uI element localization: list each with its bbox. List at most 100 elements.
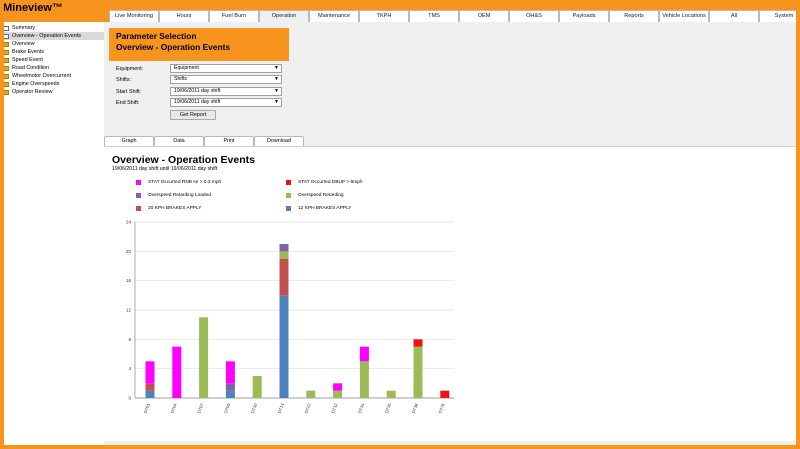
start-shift-select[interactable]: 19/06/2011 day shift ▼ — [170, 87, 282, 96]
x-tick-label: DT07 — [196, 402, 204, 414]
chevron-down-icon: ▼ — [274, 76, 279, 82]
x-tick-label: DT10 — [250, 402, 258, 414]
stacked-bar-chart: 0 4 8 12 16 20 24 DT01 DT04 DT07 DT09 DT10 DT13 DT22 D… — [126, 220, 454, 414]
legend-item: 20 KPH BRAKES APPLY — [136, 206, 202, 211]
legend-swatch — [136, 180, 141, 185]
bar-segment — [145, 383, 155, 391]
tab-oem[interactable]: OEM — [459, 10, 509, 22]
sidebar-item-speed-event[interactable]: Speed Event — [0, 56, 104, 64]
tab-graph[interactable]: Graph — [104, 136, 154, 146]
legend-item: Overspeed Retarding Loaded — [136, 193, 211, 198]
tab-data[interactable]: Data — [154, 136, 204, 146]
bar-segment — [279, 244, 289, 252]
report-title: Overview - Operation Events — [112, 154, 255, 166]
tab-tkph[interactable]: TKPH — [359, 10, 409, 22]
param-title-2: Overview - Operation Events — [116, 42, 231, 52]
legend-label: STAT Occurred DBUP > 8mph — [298, 180, 363, 185]
tab-fuel-burn[interactable]: Fuel Burn — [209, 10, 259, 22]
bar-segment — [279, 295, 289, 398]
legend-label: 12 KPH BRAKES APPLY — [298, 206, 352, 211]
sidebar-item-label: Summary — [12, 25, 36, 31]
sidebar-item-wheelmotor-overcurrent[interactable]: Wheelmotor Overcurrent — [0, 72, 104, 80]
bar-segment — [386, 390, 396, 398]
shifts-row: Shifts: Shifts ▼ — [116, 75, 282, 84]
bar-segment — [199, 317, 209, 398]
sidebar-item-brake-events[interactable]: Brake Events — [0, 48, 104, 56]
sidebar-item-overview[interactable]: Overview — [0, 40, 104, 48]
tab-all[interactable]: All — [709, 10, 759, 22]
view-tabs: Graph Data Print Download — [104, 136, 304, 146]
sidebar-item-engine-overspeeds[interactable]: Engine Overspeeds — [0, 80, 104, 88]
tab-payloads[interactable]: Payloads — [559, 10, 609, 22]
end-shift-row: End Shift: 19/06/2011 day shift ▼ — [116, 98, 282, 107]
folder-icon — [3, 41, 9, 47]
x-tick-label: DT13 — [277, 402, 285, 414]
bar-segment — [333, 383, 343, 391]
tab-maintenance[interactable]: Maintenance — [309, 10, 359, 22]
folder-icon — [3, 89, 9, 95]
tab-print[interactable]: Print — [204, 136, 254, 146]
bar-segment — [359, 361, 369, 398]
legend-item: STAT Occurred DBUP > 8mph — [286, 180, 363, 185]
equipment-row: Equipment: Equipment ▼ — [116, 64, 282, 73]
x-tick-label: DT32 — [330, 402, 338, 414]
y-tick-label: 16 — [126, 278, 132, 283]
app-logo: Mineview™ — [3, 2, 63, 14]
x-tick-label: DT01 — [143, 402, 151, 414]
bar-segment — [359, 346, 369, 362]
end-shift-select[interactable]: 19/06/2011 day shift ▼ — [170, 98, 282, 107]
bar-segment — [306, 390, 316, 398]
legend-label: STAT Occurred RNB se > 0.3 mph — [148, 180, 222, 185]
tab-live-monitoring[interactable]: Live Monitoring — [109, 10, 159, 22]
tab-reports[interactable]: Reports — [609, 10, 659, 22]
folder-icon — [3, 81, 9, 87]
chevron-down-icon: ▼ — [274, 99, 279, 105]
legend-swatch — [286, 193, 291, 198]
sidebar-item-operator-review[interactable]: Operator Review — [0, 88, 104, 96]
legend-item: STAT Occurred RNB se > 0.3 mph — [136, 180, 221, 185]
tab-oh-s[interactable]: OH&S — [509, 10, 559, 22]
start-shift-row: Start Shift: 19/06/2011 day shift ▼ — [116, 87, 282, 96]
equipment-select[interactable]: Equipment ▼ — [170, 64, 282, 73]
sidebar-item-label: Brake Events — [12, 49, 45, 55]
bar-segment — [145, 361, 155, 384]
y-tick-label: 8 — [128, 337, 131, 342]
bar-segment — [413, 346, 423, 398]
y-tick-label: 20 — [126, 249, 132, 254]
tab-hours[interactable]: Hours — [159, 10, 209, 22]
bar-segment — [333, 390, 343, 398]
x-tick-label: DT34 — [357, 402, 365, 414]
bar-segment — [279, 251, 289, 259]
end-shift-value: 19/06/2011 day shift — [174, 99, 221, 105]
shifts-select[interactable]: Shifts ▼ — [170, 75, 282, 84]
legend-item: 12 KPH BRAKES APPLY — [286, 206, 352, 211]
shifts-label: Shifts: — [116, 76, 131, 83]
x-tick-label: DT09 — [223, 402, 231, 414]
get-report-button[interactable]: Get Report — [170, 110, 216, 120]
tab-system[interactable]: System — [759, 10, 800, 22]
param-title-1: Parameter Selection — [116, 31, 197, 41]
equipment-value: Equipment — [174, 65, 199, 71]
legend-label: Overspeed Retarding Loaded — [148, 193, 211, 198]
bar-segment — [225, 383, 235, 391]
bar-segment — [279, 258, 289, 296]
sidebar-item-label: Overview — [12, 41, 35, 47]
chevron-down-icon: ▼ — [274, 88, 279, 94]
sidebar-item-summary[interactable]: Summary — [0, 24, 104, 32]
start-shift-label: Start Shift: — [116, 88, 142, 95]
legend-item: Overspeed Retarding — [286, 193, 344, 198]
chevron-down-icon: ▼ — [274, 65, 279, 71]
folder-icon — [3, 73, 9, 79]
bar-segment — [145, 390, 155, 398]
tab-tms[interactable]: TMS — [409, 10, 459, 22]
tab-vehicle-locations[interactable]: Vehicle Locations — [659, 10, 709, 22]
legend-swatch — [286, 180, 291, 185]
sidebar-item-label: Speed Event — [12, 57, 43, 63]
tab-operation[interactable]: Operation — [259, 10, 309, 22]
bar-segment — [413, 339, 423, 347]
tab-download[interactable]: Download — [254, 136, 304, 146]
shifts-value: Shifts — [174, 76, 187, 82]
x-tick-label: DT04 — [170, 402, 178, 414]
sidebar-item-road-condition[interactable]: Road Condition — [0, 64, 104, 72]
sidebar-item-overview-operation-events[interactable]: Overview - Operation Events — [0, 32, 104, 40]
